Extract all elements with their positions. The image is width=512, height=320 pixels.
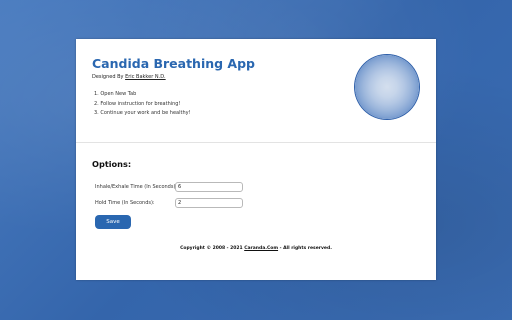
instruction-list: 1. Open New Tab 2. Follow instruction fo… [94,90,191,119]
designer-link[interactable]: Eric Bakker N.D. [125,74,166,80]
designed-by-line: Designed By Eric Bakker N.D. [92,74,166,80]
copyright-footer: Copyright © 2008 - 2021 Caranda.Com - Al… [76,246,436,251]
options-section: Options: Inhale/Exhale Time (In Seconds)… [76,143,436,280]
save-button[interactable]: Save [95,215,131,229]
app-title: Candida Breathing App [92,56,256,71]
options-card: Candida Breathing App Designed By Eric B… [76,39,436,280]
inhale-exhale-input[interactable] [175,182,243,192]
breathing-circle-icon [355,55,419,119]
copyright-suffix: - All rights reserved. [278,246,332,251]
site-link[interactable]: Caranda.Com [244,246,278,251]
hold-time-label: Hold Time (In Seconds): [95,200,155,206]
instruction-step-2: 2. Follow instruction for breathing! [94,100,181,107]
copyright-prefix: Copyright © 2008 - 2021 [180,246,245,251]
designed-by-prefix: Designed By [92,74,126,80]
instruction-step-3: 3. Continue your work and be healthy! [94,110,191,116]
options-title: Options: [92,159,132,169]
inhale-exhale-label: Inhale/Exhale Time (In Seconds): [95,184,178,190]
hold-time-input[interactable] [175,198,243,208]
instruction-step-1: 1. Open New Tab [94,91,137,97]
header-section: Candida Breathing App Designed By Eric B… [76,39,436,143]
